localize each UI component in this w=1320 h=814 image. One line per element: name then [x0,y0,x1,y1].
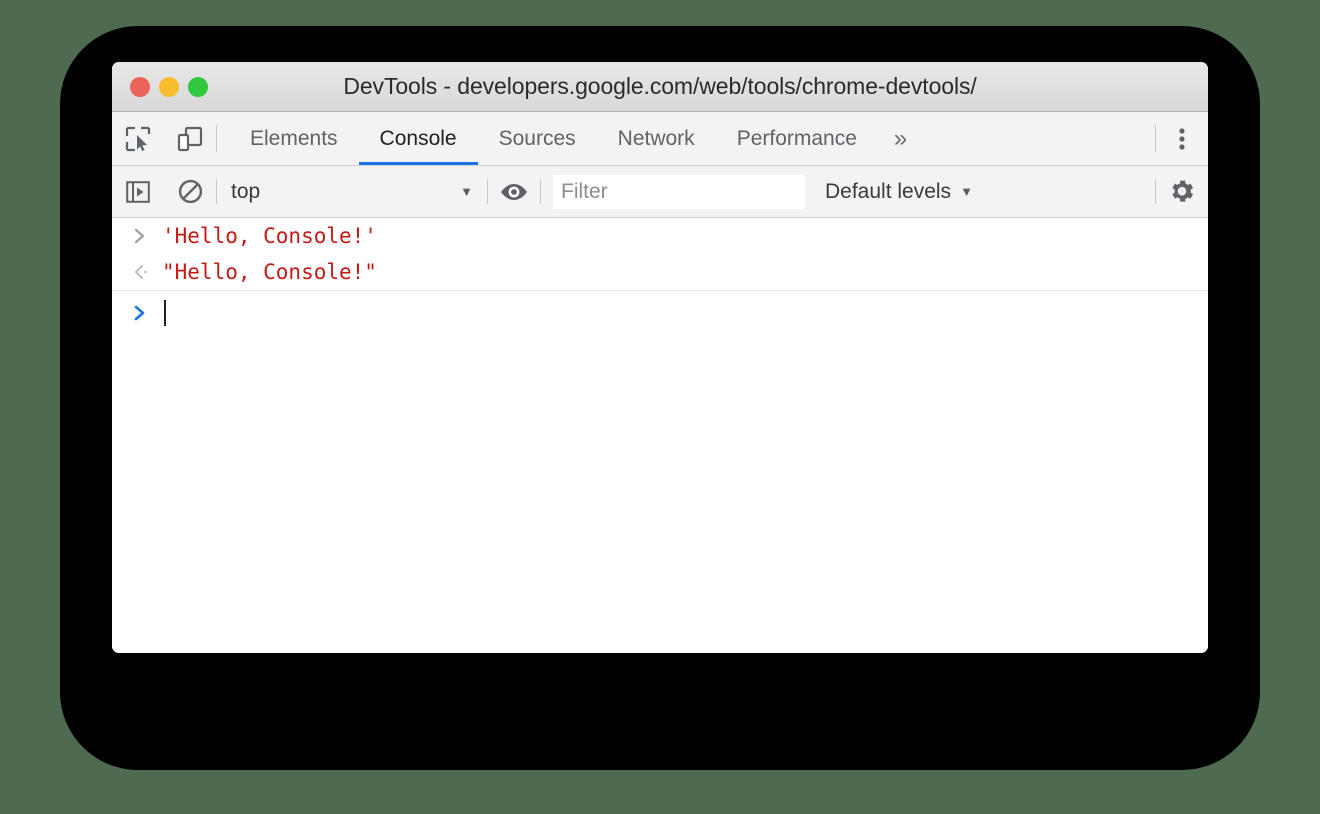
close-button[interactable] [130,76,150,97]
console-row-input[interactable]: 'Hello, Console!' [112,218,1208,254]
filter-input[interactable]: Filter [553,174,805,209]
maximize-button[interactable] [188,76,208,97]
console-row-output[interactable]: "Hello, Console!" [112,254,1208,290]
input-chevron-icon [132,221,162,251]
tab-elements[interactable]: Elements [229,112,359,165]
kebab-menu-icon [1178,126,1186,152]
output-return-arrow-icon [132,257,162,287]
toolbar-divider [540,179,541,204]
settings-button[interactable] [1156,166,1208,217]
execution-context-selector[interactable]: top ▼ [217,166,487,217]
panel-tab-strip: Elements Console Sources Network Perform… [112,112,1208,166]
console-message-text: 'Hello, Console!' [162,224,377,248]
main-menu-button[interactable] [1156,112,1208,165]
chevron-down-icon: ▼ [960,184,973,199]
more-tabs-button[interactable]: » [878,112,923,165]
devtools-window: DevTools - developers.google.com/web/too… [112,62,1208,653]
live-expression-button[interactable] [488,166,540,217]
filter-placeholder: Filter [561,179,608,203]
execution-context-value: top [231,179,261,203]
tab-sources[interactable]: Sources [478,112,597,165]
clear-console-icon [178,179,203,204]
device-toolbar-button[interactable] [164,112,216,165]
tab-list: Elements Console Sources Network Perform… [217,112,1155,165]
window-title: DevTools - developers.google.com/web/too… [343,73,977,99]
window-controls [130,62,208,111]
inspect-element-icon [125,126,151,152]
tab-console[interactable]: Console [358,112,478,165]
console-sidebar-toggle-icon [126,180,150,204]
minimize-button[interactable] [159,76,179,97]
log-levels-value: Default levels [825,179,952,203]
console-sidebar-toggle-button[interactable] [112,166,164,217]
text-cursor [164,300,166,326]
inspect-element-button[interactable] [112,112,164,165]
tab-performance[interactable]: Performance [716,112,878,165]
clear-console-button[interactable] [164,166,216,217]
gear-icon [1168,178,1196,206]
title-bar: DevTools - developers.google.com/web/too… [112,62,1208,112]
console-prompt-row[interactable] [112,290,1208,332]
live-expression-eye-icon [499,181,529,203]
tab-network[interactable]: Network [597,112,716,165]
console-message-text: "Hello, Console!" [162,260,377,284]
device-toolbar-icon [177,126,203,152]
console-message-list[interactable]: 'Hello, Console!' "Hello, Console!" [112,218,1208,653]
chevron-down-icon: ▼ [460,184,473,199]
console-toolbar: top ▼ Filter Default levels ▼ [112,166,1208,218]
log-levels-dropdown[interactable]: Default levels ▼ [805,166,993,217]
prompt-chevron-icon [132,297,162,329]
